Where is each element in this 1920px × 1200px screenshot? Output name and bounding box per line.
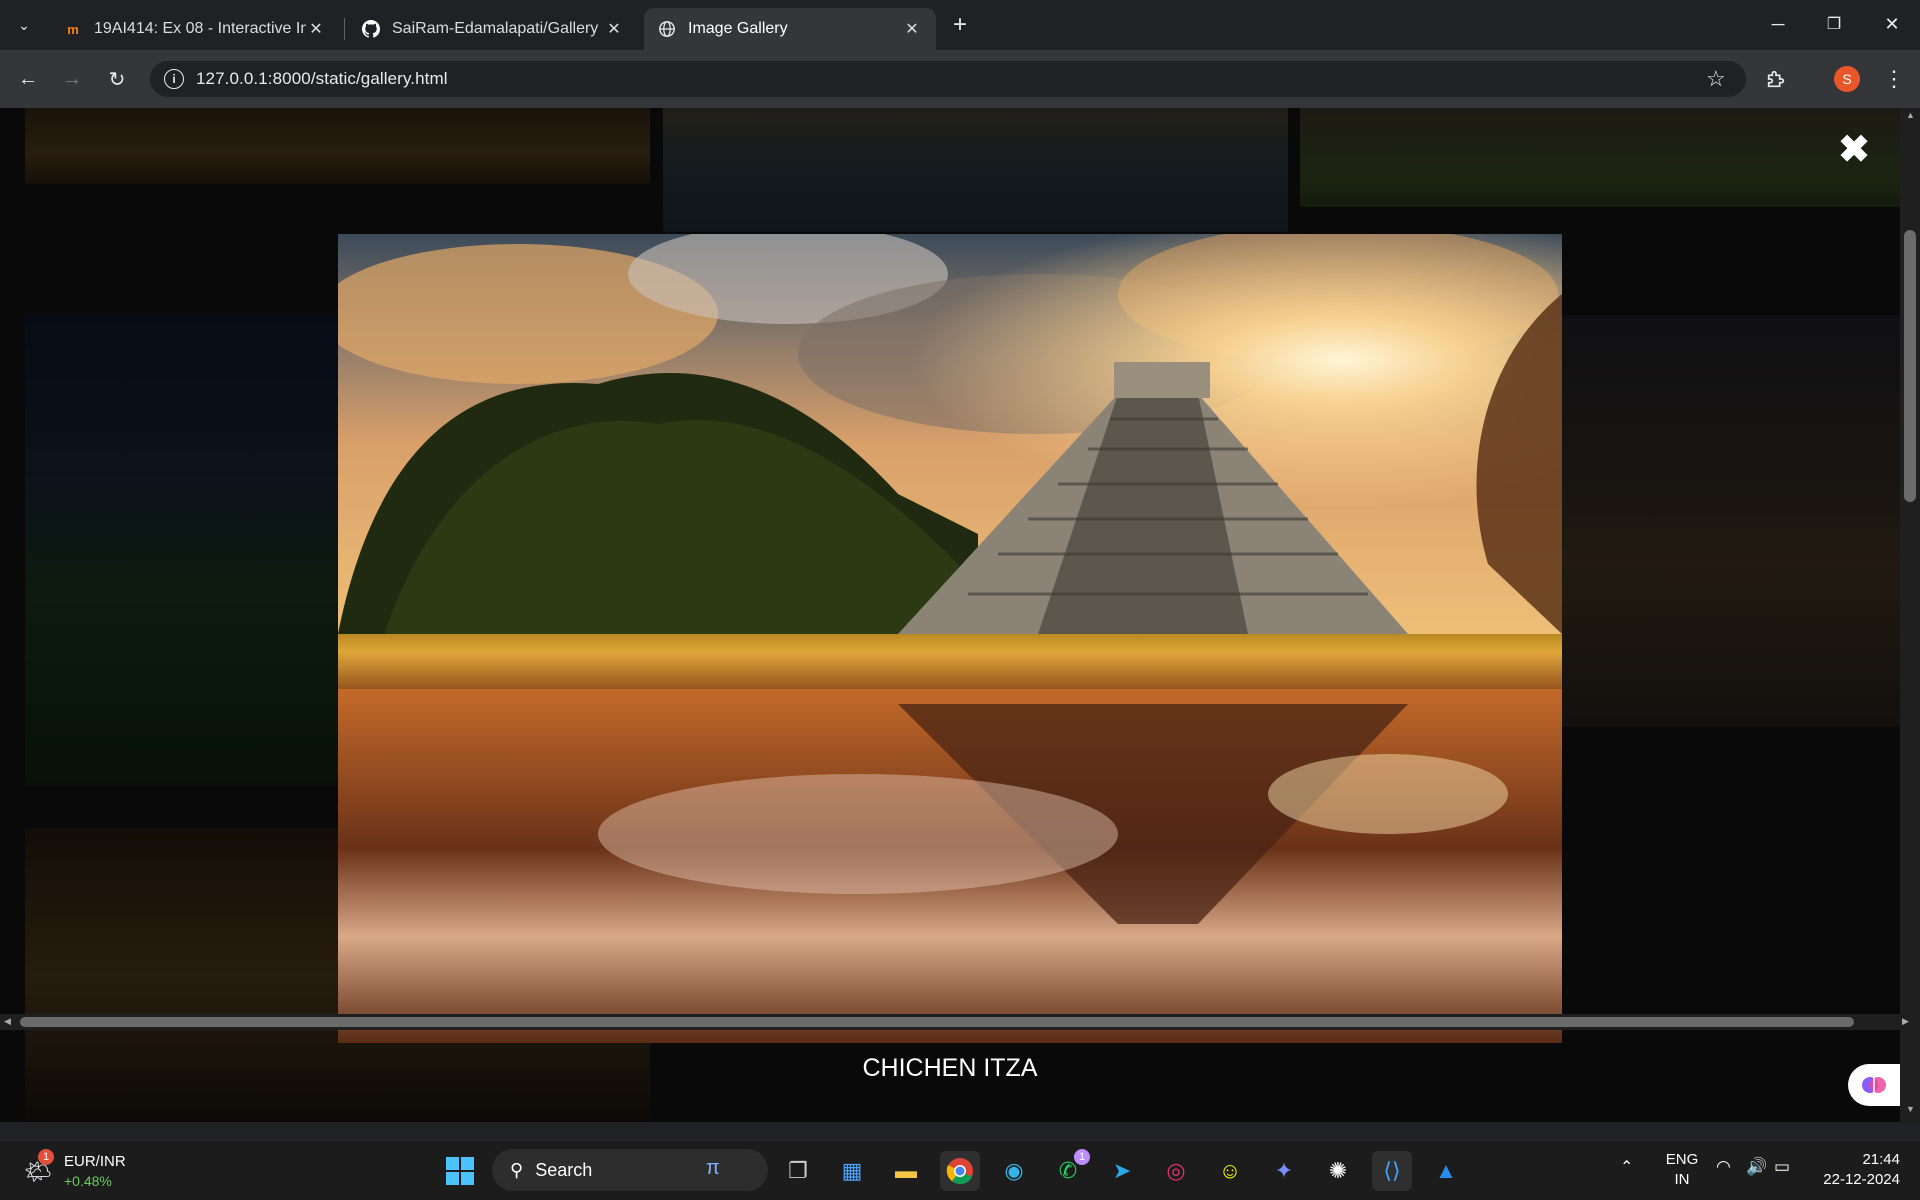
url-text: 127.0.0.1:8000/static/gallery.html: [196, 69, 448, 88]
github-icon: [362, 20, 380, 38]
page-viewport: CHICHEN ITZA ✖ ▲ ▼: [0, 108, 1920, 1122]
search-label: Search: [535, 1159, 593, 1180]
brain-icon: [1862, 1077, 1886, 1093]
globe-icon: [658, 20, 676, 38]
snapchat-icon[interactable]: ☺: [1210, 1151, 1250, 1191]
tab-title: SaiRam-Edamalapati/Gallery: [392, 20, 599, 37]
back-icon[interactable]: ←: [10, 61, 46, 97]
widget-pair: EUR/INR: [64, 1153, 126, 1170]
vertical-scrollbar[interactable]: ▲ ▼: [1900, 108, 1920, 1122]
windows-start-icon[interactable]: [440, 1151, 480, 1191]
profile-avatar[interactable]: S: [1834, 66, 1860, 92]
weather-market-widget[interactable]: 🌤 1 EUR/INR +0.48%: [20, 1149, 140, 1193]
search-icon: ⚲: [510, 1159, 524, 1180]
widget-badge: 1: [38, 1149, 54, 1165]
telegram-icon[interactable]: ➤: [1102, 1151, 1142, 1191]
clock-time: 21:44: [1862, 1151, 1900, 1168]
tab-title: Image Gallery: [688, 20, 788, 37]
copilot-icon[interactable]: ✦: [1264, 1151, 1304, 1191]
scroll-right-icon[interactable]: ▶: [1902, 1016, 1909, 1027]
lightbox-image: [338, 234, 1562, 1043]
site-info-icon[interactable]: i: [164, 69, 184, 89]
windows-taskbar: 🌤 1 EUR/INR +0.48% ⚲ Search π ❐ ▦ ▬ ◉ ✆ 1…: [0, 1140, 1920, 1200]
battery-icon[interactable]: ▭: [1774, 1157, 1790, 1177]
photos-icon[interactable]: ▲: [1426, 1151, 1466, 1191]
lang-line1: ENG: [1665, 1151, 1699, 1168]
address-bar[interactable]: i 127.0.0.1:8000/static/gallery.html ☆: [150, 61, 1746, 97]
scrollbar-thumb[interactable]: [20, 1017, 1854, 1027]
tab-moodle[interactable]: m 19AI414: Ex 08 - Interactive Ima ✕: [50, 8, 340, 50]
taskbar-search[interactable]: ⚲ Search π: [492, 1149, 768, 1191]
chatgpt-icon[interactable]: ✺: [1318, 1151, 1358, 1191]
close-tab-icon[interactable]: ✕: [604, 19, 624, 39]
system-clock[interactable]: 21:44 22-12-2024: [1810, 1150, 1900, 1190]
tab-search-chevron-icon[interactable]: ⌄: [6, 7, 42, 43]
calculator-pi-icon: π: [706, 1157, 720, 1179]
whatsapp-icon[interactable]: ✆ 1: [1048, 1149, 1090, 1191]
horizontal-scrollbar[interactable]: ◀ ▶: [0, 1014, 1920, 1030]
language-indicator[interactable]: ENG IN: [1660, 1150, 1704, 1190]
menu-icon[interactable]: ⋮: [1876, 61, 1912, 97]
bookmark-star-icon[interactable]: ☆: [1706, 66, 1726, 92]
new-tab-icon[interactable]: +: [942, 7, 978, 43]
scroll-down-icon[interactable]: ▼: [1906, 1104, 1915, 1114]
task-view-icon[interactable]: ❐: [778, 1151, 818, 1191]
chrome-icon[interactable]: [940, 1151, 980, 1191]
forward-icon[interactable]: →: [54, 61, 90, 97]
assistant-brain-button[interactable]: [1848, 1064, 1900, 1106]
volume-icon[interactable]: 🔊: [1746, 1157, 1767, 1177]
wifi-icon[interactable]: ◠: [1716, 1157, 1731, 1177]
tab-image-gallery[interactable]: Image Gallery ✕: [644, 8, 936, 50]
tab-title: 19AI414: Ex 08 - Interactive Ima: [94, 20, 306, 37]
clock-date: 22-12-2024: [1823, 1171, 1900, 1188]
file-explorer-icon[interactable]: ▬: [886, 1151, 926, 1191]
restore-icon[interactable]: ❐: [1806, 0, 1862, 48]
tab-github[interactable]: SaiRam-Edamalapati/Gallery ✕: [348, 8, 638, 50]
whatsapp-badge: 1: [1074, 1149, 1090, 1165]
profile-initial: S: [1842, 71, 1852, 87]
close-tab-icon[interactable]: ✕: [306, 19, 326, 39]
instagram-icon[interactable]: ◎: [1156, 1151, 1196, 1191]
edge-icon[interactable]: ◉: [994, 1151, 1034, 1191]
moodle-icon: m: [67, 21, 79, 37]
minimize-icon[interactable]: ─: [1750, 0, 1806, 48]
close-window-icon[interactable]: ✕: [1864, 0, 1920, 48]
vscode-icon[interactable]: ⟨⟩: [1372, 1151, 1412, 1191]
scrollbar-thumb[interactable]: [1904, 230, 1916, 502]
show-hidden-icons-icon[interactable]: ⌃: [1620, 1157, 1633, 1177]
scroll-up-icon[interactable]: ▲: [1906, 110, 1915, 120]
extensions-icon[interactable]: [1758, 61, 1794, 97]
tab-divider: [344, 18, 345, 40]
widget-change: +0.48%: [64, 1173, 112, 1189]
reload-icon[interactable]: ↻: [99, 61, 135, 97]
tab-strip: ⌄ m 19AI414: Ex 08 - Interactive Ima ✕ S…: [0, 0, 1920, 50]
lang-line2: IN: [1674, 1171, 1690, 1188]
lightbox-close-icon[interactable]: ✖: [1836, 131, 1872, 169]
lightbox-caption: CHICHEN ITZA: [862, 1054, 1038, 1082]
scroll-left-icon[interactable]: ◀: [4, 1016, 11, 1027]
microsoft-store-icon[interactable]: ▦: [832, 1151, 872, 1191]
close-tab-icon[interactable]: ✕: [902, 19, 922, 39]
